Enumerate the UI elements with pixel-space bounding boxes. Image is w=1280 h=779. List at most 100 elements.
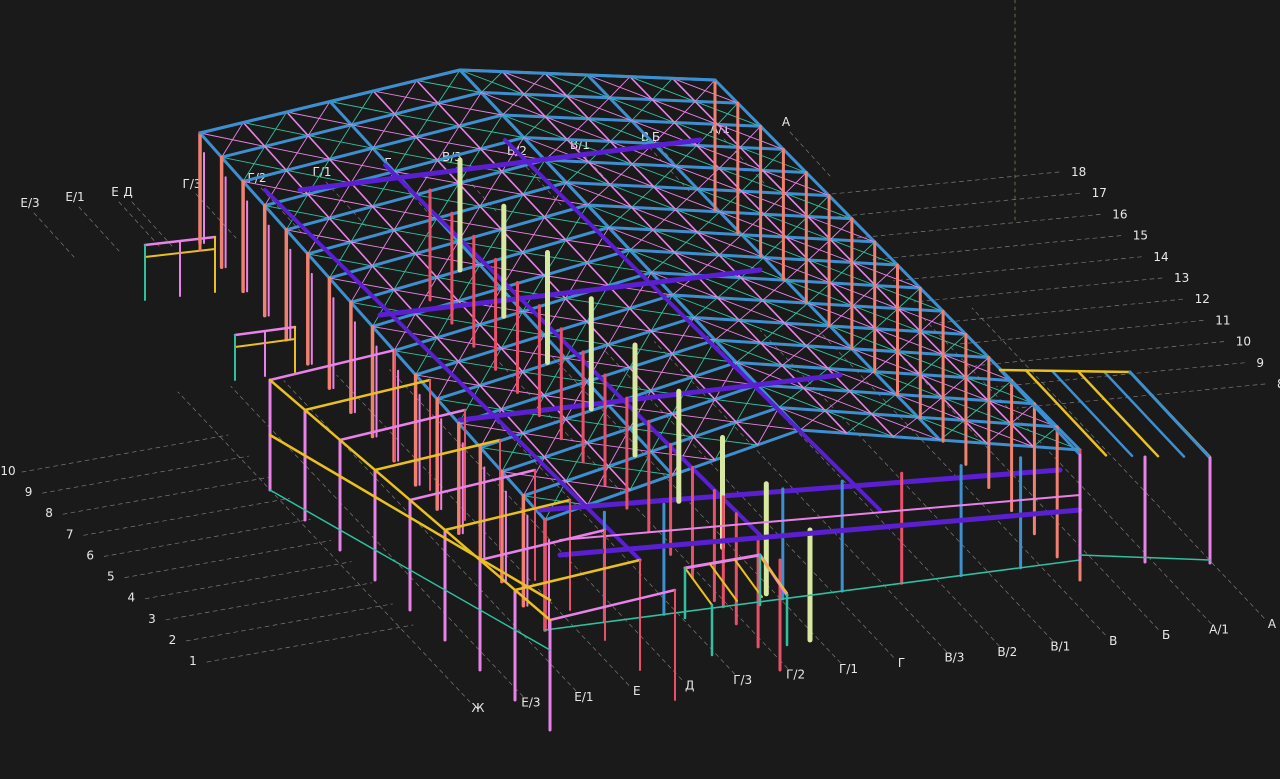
roof-brace (631, 186, 655, 208)
axis-label-front: Г/3 (733, 673, 752, 687)
grid-line-front (918, 313, 1212, 624)
grid-line-row-left (165, 582, 373, 621)
annex-rafter (478, 528, 607, 562)
roof-brace (807, 195, 830, 217)
right-annex-edge (1128, 370, 1212, 460)
roof-brace (892, 416, 919, 438)
axis-label-front: В/3 (944, 651, 964, 665)
roof-brace (609, 163, 633, 186)
roof-brace (717, 277, 742, 299)
roof-brace (1010, 403, 1035, 425)
roof-brace (523, 72, 546, 95)
roof-brace (502, 93, 525, 116)
grid-line-top (131, 201, 173, 247)
axis-label-front: Г/1 (839, 662, 858, 676)
row-label-left: 2 (169, 633, 177, 647)
grid-line-row-right (913, 277, 1163, 303)
row-label-left: 4 (127, 591, 135, 605)
axis-label-front: А/1 (1209, 623, 1229, 637)
roof-brace (829, 218, 853, 240)
row-label-right: 18 (1071, 165, 1086, 179)
roof-brace (735, 342, 762, 363)
grid-line-row-left (83, 497, 291, 536)
roof-brace (566, 118, 589, 140)
roof-brace (674, 231, 698, 253)
row-label-left: 7 (66, 527, 74, 541)
right-annex-rafter (1076, 369, 1160, 458)
row-label-left: 6 (86, 548, 94, 562)
row-label-right: 10 (1236, 335, 1251, 349)
roof-brace (674, 100, 696, 123)
grid-line-top (33, 212, 75, 258)
roof-brace (608, 206, 633, 228)
roof-brace (851, 328, 876, 350)
roof-brace (714, 319, 740, 341)
roof-brace (874, 308, 899, 330)
roof-brace (942, 333, 967, 356)
roof-brace (829, 305, 854, 327)
grid-line-row-left (21, 434, 229, 473)
axis-label-front: Г/2 (786, 667, 805, 681)
roof-brace (565, 161, 589, 183)
roof-brace (871, 393, 897, 415)
grid-line-row-left (62, 476, 270, 515)
axis-label-front: Е (633, 684, 641, 698)
back-gable-rafter (198, 68, 462, 135)
roof-brace (675, 188, 699, 211)
roof-brace (875, 264, 898, 286)
right-annex-rafter (1050, 369, 1134, 458)
roof-brace (523, 116, 546, 138)
roof-brace (849, 371, 875, 392)
row-label-right: 16 (1112, 207, 1127, 221)
model-viewport[interactable]: Ж Е/3 Е/1 Е Д Г/3 Г/2 Г/1 Г В/3 В/2 В/1 В Б А/1 А Е/3 Е/1… (0, 0, 1280, 779)
row-label-left: 3 (148, 612, 156, 626)
roof-brace (852, 285, 876, 307)
axis-label-front: Д (685, 679, 694, 693)
grid-line-row-left (144, 561, 352, 600)
grid-line-top (195, 193, 237, 239)
axis-label-front: Г (898, 656, 905, 670)
row-label-right: 17 (1092, 186, 1107, 200)
row-label-right: 9 (1256, 356, 1264, 370)
roof-brace (895, 374, 921, 395)
grid-line-row-right (893, 256, 1142, 282)
axis-label-front: Ж (472, 701, 485, 715)
roof-brace (827, 348, 853, 369)
roof-brace (651, 77, 673, 101)
axis-label-front: В/1 (1050, 639, 1070, 653)
right-annex-edge (998, 368, 1132, 374)
grid-line-row-right (934, 298, 1183, 324)
grid-line-row-left (186, 603, 393, 642)
grid-line-row-right (1016, 383, 1266, 409)
row-label-right: 12 (1195, 292, 1210, 306)
axis-label-top: Е (111, 185, 119, 199)
axis-label-front: Е/3 (521, 695, 540, 709)
roof-brace (846, 413, 873, 434)
axis-label-front: В (1109, 634, 1117, 648)
roof-brace (588, 97, 610, 120)
roof-brace (778, 387, 805, 408)
axis-label-front: В/2 (997, 645, 1017, 659)
axis-label-front: А (1268, 617, 1277, 631)
grid-line-top (789, 131, 831, 177)
row-label-left: 5 (107, 570, 115, 584)
row-label-right: 11 (1215, 313, 1230, 327)
roof-brace (986, 423, 1012, 444)
annex-rafter (303, 378, 432, 412)
roof-brace (566, 74, 588, 97)
roof-brace (718, 234, 743, 256)
roof-brace (963, 400, 989, 421)
roof-brace (695, 254, 720, 276)
roof-brace (919, 354, 944, 376)
grid-line-front (971, 307, 1265, 619)
axis-label-top: Е/3 (20, 196, 39, 210)
right-annex-rafter (1102, 370, 1186, 458)
grid-line-row-right (996, 362, 1245, 388)
roof-brace (897, 287, 921, 309)
axis-label-top: А (782, 115, 791, 129)
axis-label-top: Е/1 (65, 190, 84, 204)
roof-brace (738, 299, 764, 321)
annex-rafter (408, 468, 537, 502)
roof-brace (587, 184, 611, 206)
roof-brace (830, 262, 854, 284)
